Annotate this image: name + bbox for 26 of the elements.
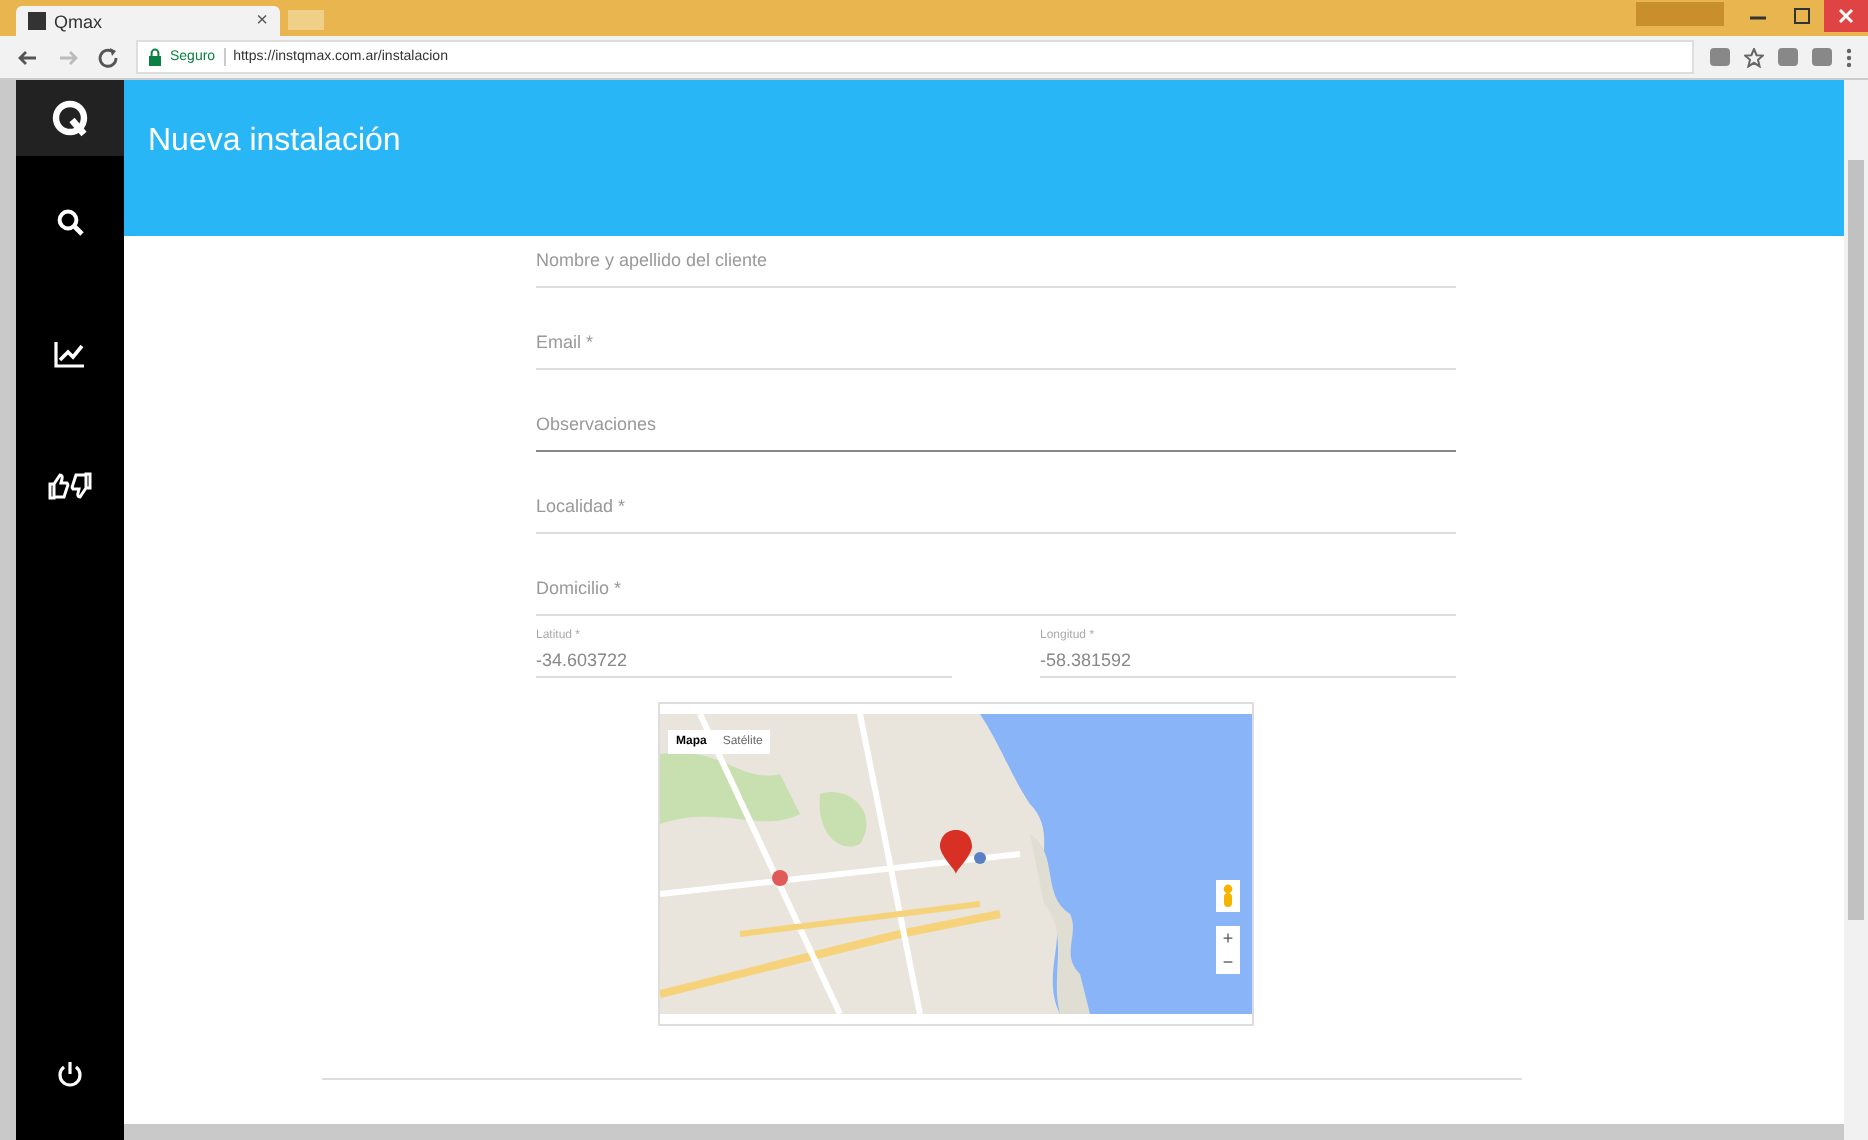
search-icon — [56, 208, 84, 236]
pegman-icon[interactable] — [1216, 880, 1240, 912]
power-icon — [56, 1060, 84, 1088]
horizontal-scrollbar[interactable] — [124, 1124, 1844, 1140]
zoom-out-button[interactable]: − — [1216, 950, 1240, 974]
bookmark-star-icon[interactable] — [1744, 47, 1764, 67]
back-icon[interactable] — [16, 45, 40, 69]
zoom-in-button[interactable]: + — [1216, 926, 1240, 950]
page-title: Nueva instalación — [148, 124, 401, 158]
input-field[interactable]: Observaciones — [536, 400, 1456, 452]
line-chart-icon — [54, 340, 86, 368]
lock-icon — [148, 48, 162, 66]
menu-icon[interactable] — [1846, 47, 1852, 67]
tab-title: Qmax — [54, 11, 105, 31]
close-tab-button[interactable]: × — [256, 10, 268, 32]
logo-icon[interactable] — [50, 98, 90, 138]
field-value: -34.603722 — [536, 650, 630, 670]
thumbs-up-down-icon — [48, 472, 92, 500]
extension-icon[interactable] — [1710, 48, 1730, 66]
browser-tab[interactable]: Qmax × — [16, 6, 280, 36]
close-icon[interactable] — [1824, 0, 1868, 32]
reload-icon[interactable] — [96, 45, 120, 69]
vertical-scrollbar[interactable] — [1844, 80, 1868, 1140]
field-value: -58.381592 — [1040, 650, 1134, 670]
forward-icon[interactable] — [56, 45, 80, 69]
app-favicon-icon — [28, 12, 46, 30]
